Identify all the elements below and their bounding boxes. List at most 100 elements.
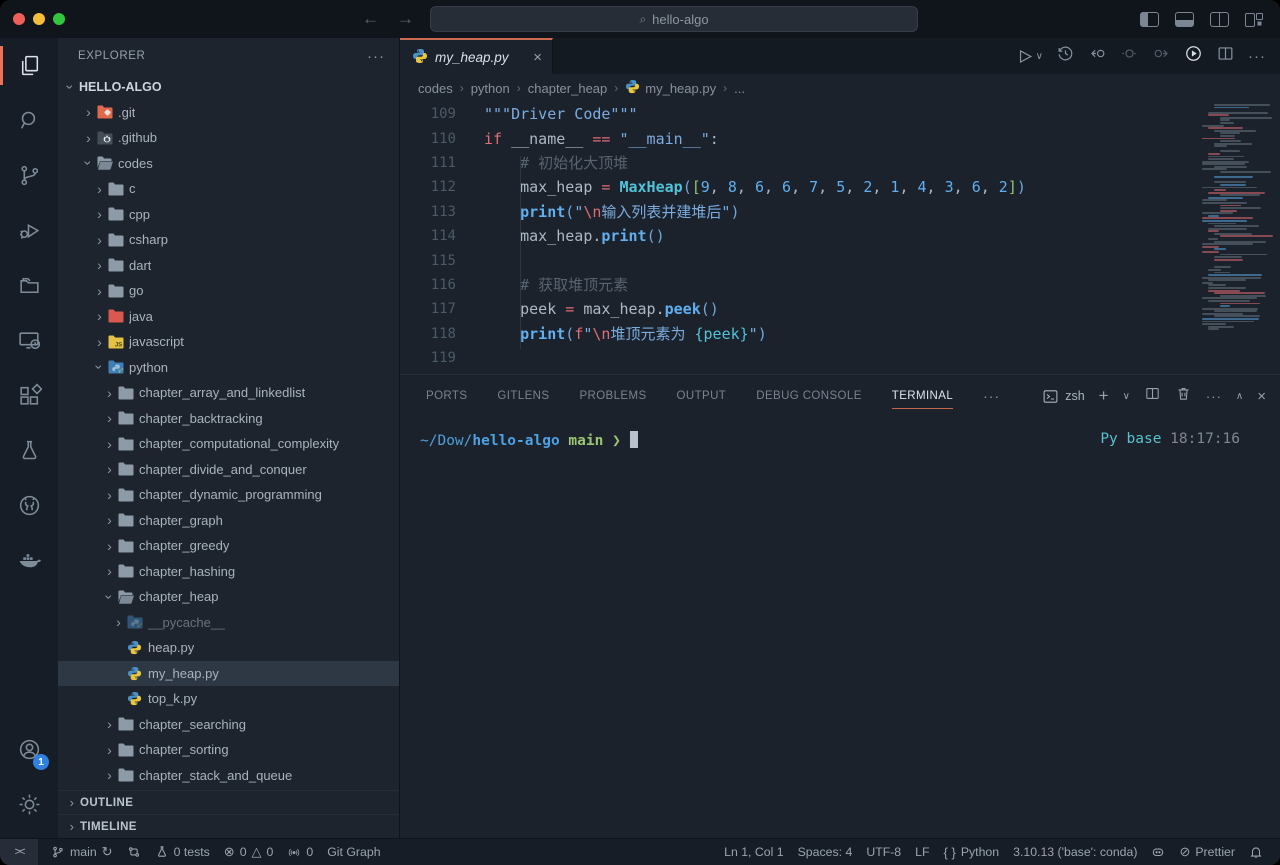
cursor-position-item[interactable]: Ln 1, Col 1	[717, 839, 790, 865]
python-interpreter-item[interactable]: 3.10.13 ('base': conda)	[1006, 839, 1144, 865]
breadcrumb-item[interactable]: chapter_heap	[528, 81, 608, 96]
maximize-panel-icon[interactable]: ∧	[1236, 391, 1243, 402]
panel-tab-problems[interactable]: PROBLEMS	[579, 375, 646, 417]
activity-github-icon[interactable]	[0, 478, 58, 533]
run-python-file-button[interactable]: ∨	[1015, 47, 1043, 66]
toggle-panel-icon[interactable]	[1175, 12, 1194, 27]
activity-settings-icon[interactable]	[0, 777, 58, 832]
problems-status-item[interactable]: ⊗ 0 △ 0	[217, 839, 281, 865]
tree-item-chapter-graph[interactable]: ›chapter_graph	[58, 508, 399, 534]
kill-terminal-icon[interactable]	[1175, 385, 1192, 407]
activity-docker-icon[interactable]	[0, 533, 58, 588]
breadcrumb-item[interactable]: python	[471, 81, 510, 96]
tests-status-item[interactable]: 0 tests	[148, 839, 217, 865]
git-graph-status-item[interactable]: Git Graph	[320, 839, 387, 865]
tree-item-codes[interactable]: ›codes	[58, 151, 399, 177]
prettier-status-item[interactable]: ⊘ Prettier	[1172, 839, 1242, 865]
panel-tab-output[interactable]: OUTPUT	[677, 375, 727, 417]
tree-item-chapter-heap[interactable]: ›chapter_heap	[58, 584, 399, 610]
tree-item-chapter-dynamic-programming[interactable]: ›chapter_dynamic_programming	[58, 482, 399, 508]
code-line-116[interactable]: 116 # 获取堆顶元素	[400, 273, 1280, 297]
panel-more-tabs-icon[interactable]: ···	[983, 388, 1000, 404]
eol-item[interactable]: LF	[908, 839, 936, 865]
tree-item-chapter-divide-and-conquer[interactable]: ›chapter_divide_and_conquer	[58, 457, 399, 483]
code-line-118[interactable]: 118 print(f"\n堆顶元素为 {peek}")	[400, 322, 1280, 346]
panel-tab-gitlens[interactable]: GITLENS	[497, 375, 549, 417]
open-changes-icon[interactable]	[1120, 44, 1139, 68]
tree-item-dart[interactable]: ›dart	[58, 253, 399, 279]
language-mode-item[interactable]: { } Python	[937, 839, 1007, 865]
breadcrumb-item[interactable]: my_heap.py	[625, 79, 716, 97]
editor-more-actions-icon[interactable]: ···	[1248, 48, 1266, 65]
tree-item-python[interactable]: ›python	[58, 355, 399, 381]
tree-item-chapter-computational-complexity[interactable]: ›chapter_computational_complexity	[58, 431, 399, 457]
tree-item-csharp[interactable]: ›csharp	[58, 227, 399, 253]
minimap[interactable]	[1198, 104, 1274, 342]
terminal-shell-item[interactable]: zsh	[1042, 388, 1084, 405]
panel-more-actions-icon[interactable]: ···	[1206, 389, 1222, 404]
tree-item-chapter-backtracking[interactable]: ›chapter_backtracking	[58, 406, 399, 432]
close-panel-icon[interactable]: ×	[1257, 388, 1266, 405]
timeline-section[interactable]: › TIMELINE	[58, 814, 399, 838]
tree-item-top-k-py[interactable]: top_k.py	[58, 686, 399, 712]
toggle-secondary-sidebar-icon[interactable]	[1210, 12, 1229, 27]
code-line-115[interactable]: 115	[400, 248, 1280, 272]
branch-status-item[interactable]: main ↻	[44, 839, 120, 865]
tree-item-heap-py[interactable]: heap.py	[58, 635, 399, 661]
tree-item-java[interactable]: ›java	[58, 304, 399, 330]
tab-my-heap-py[interactable]: my_heap.py ×	[400, 38, 553, 74]
activity-remote-explorer-icon[interactable]	[0, 313, 58, 368]
terminal-output[interactable]: ~/Dow/hello-algo main ❯ Py base 18:17:16	[400, 417, 1280, 838]
next-change-icon[interactable]	[1152, 44, 1171, 68]
activity-search-icon[interactable]	[0, 93, 58, 148]
code-editor[interactable]: 109"""Driver Code"""110if __name__ == "_…	[400, 102, 1280, 374]
code-line-114[interactable]: 114 max_heap.print()	[400, 224, 1280, 248]
run-or-debug-icon[interactable]	[1184, 44, 1203, 68]
outline-section[interactable]: › OUTLINE	[58, 790, 399, 814]
activity-folders-icon[interactable]	[0, 258, 58, 313]
code-line-113[interactable]: 113 print("\n输入列表并建堆后")	[400, 200, 1280, 224]
code-line-109[interactable]: 109"""Driver Code"""	[400, 102, 1280, 126]
breadcrumb-item[interactable]: ...	[734, 81, 745, 96]
activity-source-control-icon[interactable]	[0, 148, 58, 203]
minimize-window-button[interactable]	[33, 13, 45, 25]
indentation-item[interactable]: Spaces: 4	[791, 839, 860, 865]
tree-item-javascript[interactable]: ›JSjavascript	[58, 329, 399, 355]
activity-testing-icon[interactable]	[0, 423, 58, 478]
file-history-icon[interactable]	[1056, 44, 1075, 68]
nav-forward-icon[interactable]: →	[397, 9, 414, 29]
nav-back-icon[interactable]: ←	[362, 9, 379, 29]
tree-item-chapter-array-and-linkedlist[interactable]: ›chapter_array_and_linkedlist	[58, 380, 399, 406]
breadcrumb-item[interactable]: codes	[418, 81, 453, 96]
terminal-dropdown-icon[interactable]: ∨	[1123, 391, 1130, 402]
notifications-item[interactable]	[1242, 839, 1270, 865]
activity-accounts-icon[interactable]: 1	[0, 722, 58, 777]
code-line-117[interactable]: 117 peek = max_heap.peek()	[400, 297, 1280, 321]
explorer-more-actions-icon[interactable]: ···	[367, 48, 385, 65]
split-terminal-icon[interactable]	[1144, 385, 1161, 407]
code-line-119[interactable]: 119	[400, 346, 1280, 370]
split-editor-icon[interactable]	[1216, 44, 1235, 68]
activity-extensions-icon[interactable]	[0, 368, 58, 423]
code-line-110[interactable]: 110if __name__ == "__main__":	[400, 126, 1280, 150]
previous-change-icon[interactable]	[1088, 44, 1107, 68]
toggle-primary-sidebar-icon[interactable]	[1140, 12, 1159, 27]
tree-item--github[interactable]: ›.github	[58, 125, 399, 151]
new-terminal-icon[interactable]: +	[1099, 386, 1109, 406]
copilot-status-item[interactable]	[1144, 839, 1172, 865]
tree-item-chapter-sorting[interactable]: ›chapter_sorting	[58, 737, 399, 763]
tree-item-hello-algo[interactable]: ›HELLO-ALGO	[58, 74, 399, 100]
customize-layout-icon[interactable]	[1245, 12, 1264, 27]
activity-explorer-icon[interactable]	[0, 38, 58, 93]
run-dropdown-icon[interactable]: ∨	[1036, 51, 1043, 62]
command-center-search[interactable]: ⌕ hello-algo	[430, 6, 918, 32]
close-window-button[interactable]	[13, 13, 25, 25]
ports-status-item[interactable]: 0	[280, 839, 320, 865]
tree-item-my-heap-py[interactable]: my_heap.py	[58, 661, 399, 687]
zoom-window-button[interactable]	[53, 13, 65, 25]
remote-indicator[interactable]: ><	[0, 839, 38, 865]
tab-close-icon[interactable]: ×	[533, 49, 542, 66]
panel-tab-debug-console[interactable]: DEBUG CONSOLE	[756, 375, 862, 417]
tree-item-go[interactable]: ›go	[58, 278, 399, 304]
code-line-112[interactable]: 112 max_heap = MaxHeap([9, 8, 6, 6, 7, 5…	[400, 175, 1280, 199]
